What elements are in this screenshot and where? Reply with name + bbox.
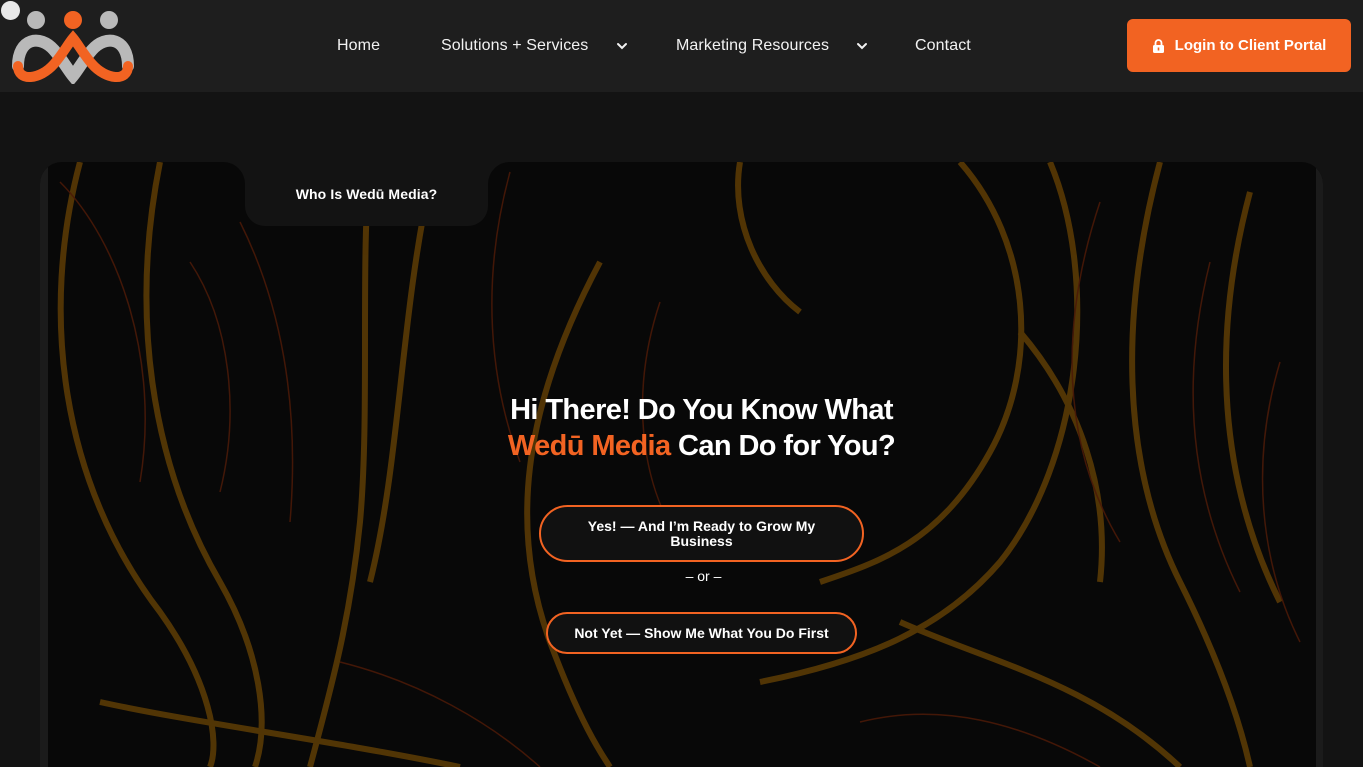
nav-solutions-label: Solutions + Services xyxy=(441,37,589,54)
wedu-people-logo-icon xyxy=(12,11,134,86)
nav-marketing-label: Marketing Resources xyxy=(676,37,830,54)
nav-contact[interactable]: Contact xyxy=(915,34,971,58)
hero-pattern-background xyxy=(57,162,1301,767)
headline-brand: Wedū Media xyxy=(507,430,671,462)
headline-line1: Hi There! Do You Know What xyxy=(510,394,893,426)
site-header: Home Solutions + Services Marketing Reso… xyxy=(0,0,1363,92)
who-is-wedu-label: Who Is Wedū Media? xyxy=(295,186,438,202)
login-client-portal-button[interactable]: Login to Client Portal xyxy=(1127,19,1351,72)
chevron-down-icon xyxy=(617,43,627,50)
show-me-first-label: Not Yet — Show Me What You Do First xyxy=(574,624,829,641)
nav-solutions-services[interactable]: Solutions + Services xyxy=(441,34,631,58)
nav-marketing-resources[interactable]: Marketing Resources xyxy=(676,34,870,58)
nav-contact-label: Contact xyxy=(915,37,971,54)
show-me-first-button[interactable]: Not Yet — Show Me What You Do First xyxy=(546,612,857,654)
hero-right-edge xyxy=(1316,162,1323,767)
wedu-logo[interactable] xyxy=(10,8,136,86)
or-divider: – or – xyxy=(685,568,722,584)
lock-icon xyxy=(1152,38,1164,53)
ready-to-grow-button[interactable]: Yes! — And I’m Ready to Grow My Business xyxy=(539,505,864,562)
login-button-label: Login to Client Portal xyxy=(1174,37,1327,54)
headline-rest: Can Do for You? xyxy=(670,430,896,462)
chevron-down-icon xyxy=(857,43,867,50)
hero-headline: Hi There! Do You Know What Wedū Media Ca… xyxy=(340,392,1063,464)
nav-home[interactable]: Home xyxy=(337,34,380,58)
hero-section: Who Is Wedū Media? Hi There! Do You Know… xyxy=(40,162,1323,767)
ready-to-grow-label: Yes! — And I’m Ready to Grow My Business xyxy=(587,517,816,549)
who-is-wedu-tab[interactable]: Who Is Wedū Media? xyxy=(245,162,488,226)
nav-home-label: Home xyxy=(337,37,381,54)
hero-left-edge xyxy=(40,162,48,767)
